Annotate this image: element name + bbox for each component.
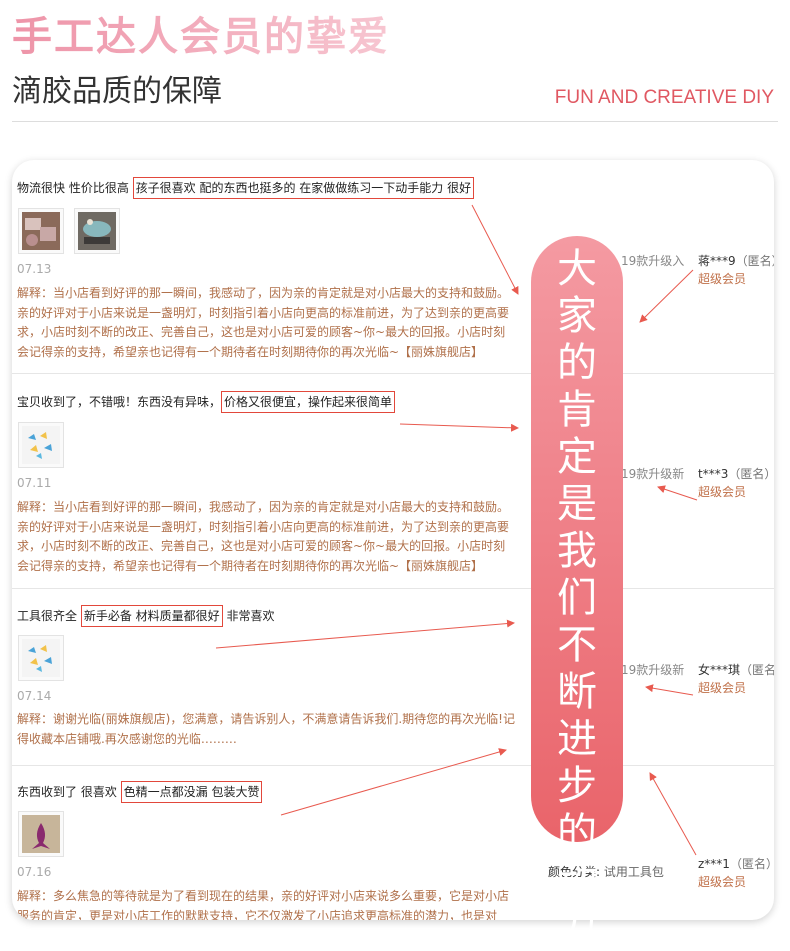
banner-char: 断 xyxy=(557,669,597,715)
photo-mermaid-tail-icon xyxy=(22,815,60,853)
review-photo[interactable] xyxy=(18,635,64,681)
review-date: 07.11 xyxy=(17,476,52,490)
review-date: 07.14 xyxy=(17,689,52,703)
vip-badge: 超级会员 xyxy=(698,875,747,889)
english-slogan: FUN AND CREATIVE DIY xyxy=(554,87,774,108)
vip-badge: 超级会员 xyxy=(698,681,747,695)
banner-char: 家 xyxy=(557,293,597,339)
reviewer-nick: t***3 xyxy=(698,467,729,481)
shop-reply: 解释：谢谢光临(丽姝旗舰店)，您满意，请告诉别人，不满意请告诉我们.期待您的再次… xyxy=(17,712,515,746)
reviewer-anonymous-tag: （匿名 xyxy=(740,663,774,677)
photo-kit-icon xyxy=(78,212,116,250)
review-text-plain: 东西收到了 很喜欢 xyxy=(17,785,121,799)
photo-butterflies-icon xyxy=(22,426,60,464)
review-item: 东西收到了 很喜欢 色精一点都没漏 包装大赞 07.16 解释：多么焦急的等待就… xyxy=(12,766,774,920)
review-text-highlight: 色精一点都没漏 包装大赞 xyxy=(120,781,263,803)
review-photos xyxy=(18,208,120,254)
review-text-highlight: 新手必备 材料质量都很好 xyxy=(80,605,223,627)
reviewer-name: z***1（匿名） xyxy=(698,855,774,872)
banner-char: 不 xyxy=(557,622,597,668)
banner-char: 我 xyxy=(557,528,597,574)
review-photos xyxy=(18,635,64,681)
banner-char: 力 xyxy=(557,904,597,950)
page-title: 手工达人会员的挚爱 xyxy=(12,14,390,60)
reviewer-name: t***3（匿名） xyxy=(698,465,774,482)
banner-char: 大 xyxy=(557,246,597,292)
banner-char: 的 xyxy=(557,340,597,386)
review-photo[interactable] xyxy=(18,811,64,857)
review-text: 物流很快 性价比很高 孩子很喜欢 配的东西也挺多的 在家做做练习一下动手能力 很… xyxy=(17,177,475,199)
banner-char: 进 xyxy=(557,716,597,762)
banner-char: 的 xyxy=(557,810,597,856)
banner-char: 肯 xyxy=(557,387,597,433)
review-text-highlight: 价格又很便宜，操作起来很简单 xyxy=(221,391,396,413)
product-variant: 19款升级新 xyxy=(621,467,685,481)
review-text-plain: 非常喜欢 xyxy=(222,609,275,623)
banner-char: 步 xyxy=(557,763,597,809)
review-text-highlight: 孩子很喜欢 配的东西也挺多的 在家做做练习一下动手能力 很好 xyxy=(132,177,475,199)
reviewer-nick: 女***琪 xyxy=(698,663,741,677)
photo-crafts-icon xyxy=(22,212,60,250)
product-variant: 19款升级入 xyxy=(621,254,685,268)
review-date: 07.13 xyxy=(17,262,52,276)
review-text-plain: 宝贝收到了，不错哦！东西没有异味， xyxy=(17,395,222,409)
reviewer-anonymous-tag: （匿名） xyxy=(728,467,774,481)
header-divider xyxy=(12,121,778,122)
reviewer-nick: z***1 xyxy=(698,857,730,871)
color-category-value: 试用工具包 xyxy=(603,865,664,879)
reviewer-anonymous-tag: （匿名） xyxy=(729,857,774,871)
reviews-card: 物流很快 性价比很高 孩子很喜欢 配的东西也挺多的 在家做做练习一下动手能力 很… xyxy=(12,160,774,920)
page-subtitle: 滴胶品质的保障 xyxy=(12,74,222,109)
review-photo[interactable] xyxy=(18,208,64,254)
reviewer-name: 蒋***9（匿名） xyxy=(698,252,774,269)
review-photo[interactable] xyxy=(18,422,64,468)
review-text: 工具很齐全 新手必备 材料质量都很好 非常喜欢 xyxy=(17,605,275,627)
photo-butterflies-icon xyxy=(22,639,60,677)
reviewer-nick: 蒋***9 xyxy=(698,254,736,268)
shop-reply: 解释：多么焦急的等待就是为了看到现在的结果，亲的好评对小店来说多么重要，它是对小… xyxy=(17,889,510,920)
review-text: 东西收到了 很喜欢 色精一点都没漏 包装大赞 xyxy=(17,781,263,803)
review-date: 07.16 xyxy=(17,865,52,879)
review-text: 宝贝收到了，不错哦！东西没有异味， 价格又很便宜，操作起来很简单 xyxy=(17,391,396,413)
banner-char: 们 xyxy=(557,575,597,621)
review-item: 工具很齐全 新手必备 材料质量都很好 非常喜欢 07.14 解释：谢谢光临(丽姝… xyxy=(12,589,774,766)
review-item: 宝贝收到了，不错哦！东西没有异味， 价格又很便宜，操作起来很简单 07.11 解释… xyxy=(12,374,774,589)
shop-reply: 解释：当小店看到好评的那一瞬间，我感动了，因为亲的肯定就是对小店最大的支持和鼓励… xyxy=(17,286,510,359)
shop-reply: 解释：当小店看到好评的那一瞬间，我感动了，因为亲的肯定就是对小店最大的支持和鼓励… xyxy=(17,500,510,573)
vip-badge: 超级会员 xyxy=(698,485,747,499)
banner-char: 定 xyxy=(557,434,597,480)
banner-char: 动 xyxy=(557,857,597,903)
slogan-banner: 大家的肯定是我们不断进步的动力 xyxy=(531,236,623,950)
reviewer-name: 女***琪（匿名 xyxy=(698,661,774,678)
product-variant: 19款升级新 xyxy=(621,663,685,677)
banner-char: 是 xyxy=(557,481,597,527)
review-text-plain: 物流很快 性价比很高 xyxy=(17,181,133,195)
review-photos xyxy=(18,422,64,468)
vip-badge: 超级会员 xyxy=(698,272,747,286)
reviewer-anonymous-tag: （匿名） xyxy=(735,254,774,268)
review-text-plain: 工具很齐全 xyxy=(17,609,81,623)
review-photos xyxy=(18,811,64,857)
review-photo[interactable] xyxy=(74,208,120,254)
review-item: 物流很快 性价比很高 孩子很喜欢 配的东西也挺多的 在家做做练习一下动手能力 很… xyxy=(12,160,774,374)
